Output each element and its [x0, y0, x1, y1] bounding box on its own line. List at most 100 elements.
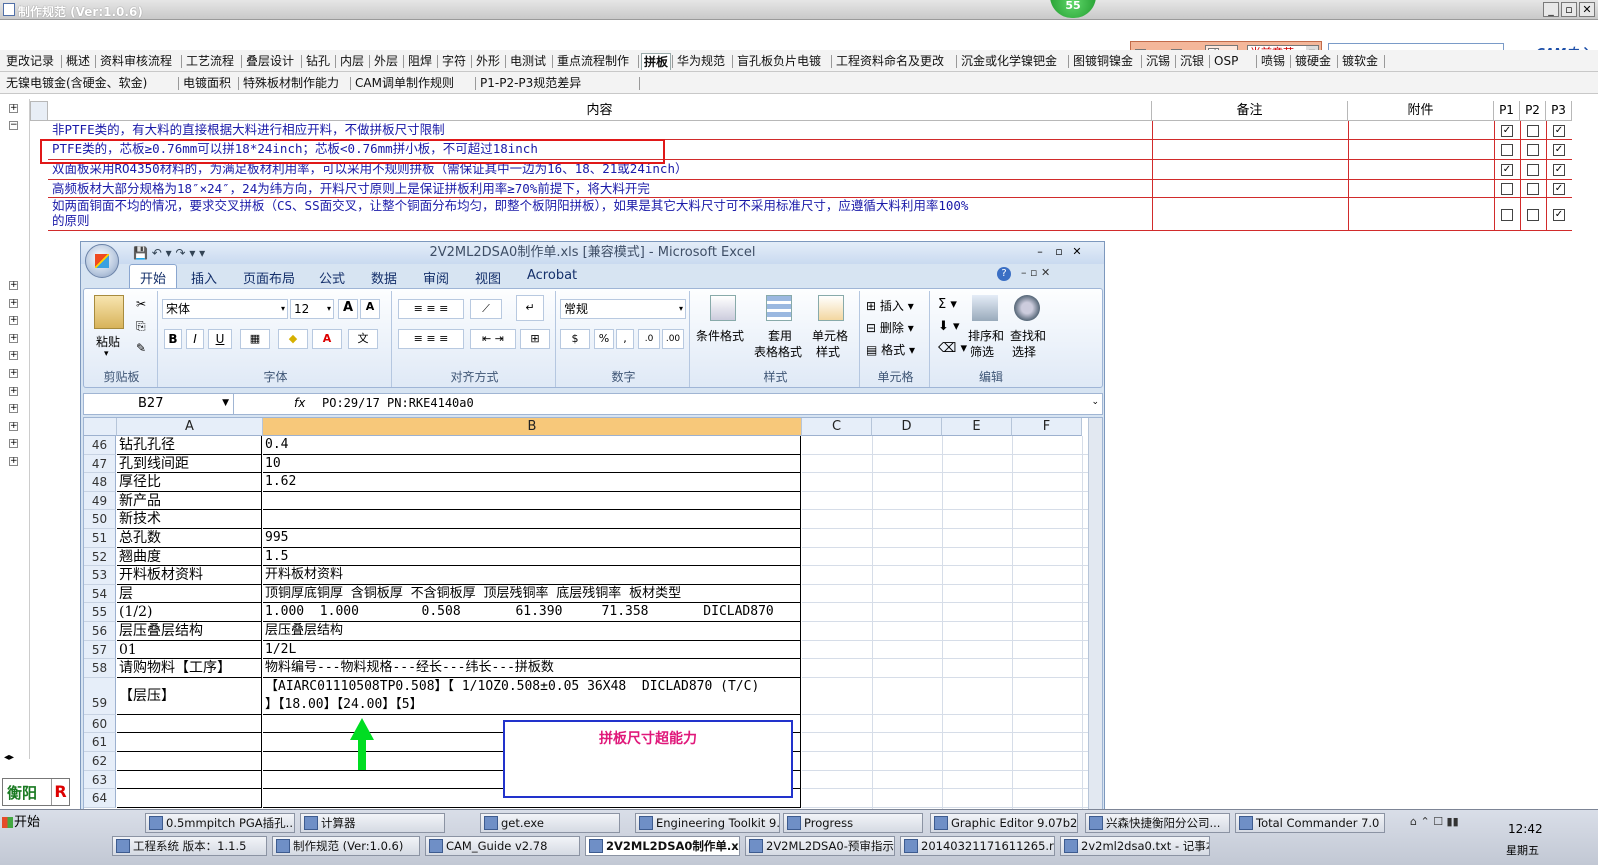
- ribbon-tab[interactable]: 数据: [371, 268, 397, 287]
- cell-a[interactable]: 新技术: [117, 510, 262, 529]
- italic-icon[interactable]: I: [186, 329, 204, 349]
- cell-a[interactable]: 厚径比: [117, 473, 262, 492]
- header-p2[interactable]: P2: [1520, 101, 1546, 121]
- row-header[interactable]: 51: [84, 529, 116, 548]
- font-name-select[interactable]: 宋体 ▾: [162, 299, 288, 319]
- p3-checkbox[interactable]: ✓: [1553, 183, 1565, 195]
- taskbar-item[interactable]: 2V2ML2DSA0制作单.x: [585, 836, 740, 856]
- ribbon-tab[interactable]: 页面布局: [243, 268, 295, 287]
- cell-b[interactable]: 10: [263, 454, 801, 474]
- formula-input[interactable]: PO:29/17 PN:RKE4140a0: [322, 396, 474, 410]
- start-button[interactable]: 开始: [0, 812, 50, 834]
- row-header[interactable]: 49: [84, 491, 116, 511]
- ribbon-tab[interactable]: 开始: [129, 264, 178, 288]
- sort-filter-button[interactable]: 排序和: [968, 327, 1004, 344]
- column-header[interactable]: F: [1012, 418, 1082, 436]
- tab-item[interactable]: 外层: [372, 53, 400, 70]
- cell-b[interactable]: 0.4: [263, 436, 801, 455]
- increase-decimal-icon[interactable]: .0: [638, 329, 660, 349]
- phonetic-icon[interactable]: 文: [348, 329, 378, 349]
- function-icon[interactable]: fx: [294, 396, 305, 410]
- tab-item[interactable]: 重点流程制作: [555, 53, 631, 70]
- cell-b[interactable]: 层压叠层结构: [263, 622, 801, 641]
- cell-b[interactable]: [263, 510, 801, 529]
- excel-close-button[interactable]: ✕: [1069, 245, 1085, 260]
- tab-item[interactable]: 拼板: [641, 53, 672, 70]
- grid-cell[interactable]: [1152, 121, 1348, 140]
- scroll-arrows-icon[interactable]: ◂▸: [4, 752, 14, 763]
- row-header[interactable]: 61: [84, 733, 116, 752]
- paste-icon[interactable]: [94, 295, 124, 329]
- restore-button[interactable]: ▫: [1561, 2, 1577, 17]
- row-header[interactable]: 60: [84, 714, 116, 734]
- delete-cells-button[interactable]: ⊟ 删除 ▾: [866, 319, 914, 336]
- ribbon-tab[interactable]: 视图: [475, 268, 501, 287]
- excel-minimize-button[interactable]: –: [1032, 245, 1048, 260]
- insert-cells-button[interactable]: ⊞ 插入 ▾: [866, 297, 914, 314]
- cell-a[interactable]: 钻孔孔径: [117, 436, 262, 455]
- p3-checkbox[interactable]: ✓: [1553, 164, 1565, 176]
- tree-toggle-icon[interactable]: +: [9, 386, 18, 396]
- cell-a[interactable]: [117, 789, 262, 808]
- clear-icon[interactable]: ⌫ ▾: [938, 341, 967, 356]
- tree-toggle-icon[interactable]: +: [9, 298, 18, 308]
- expand-formula-icon[interactable]: ⌄: [1091, 397, 1099, 407]
- tab-item[interactable]: 盲孔板负片电镀: [735, 53, 823, 70]
- cell-b[interactable]: 【AIARC01110508TP0.508】【 1/1OZ0.508±0.05 …: [263, 677, 801, 715]
- tab-item[interactable]: CAM调单制作规则: [353, 75, 456, 92]
- taskbar-item[interactable]: 工程系统 版本：1.1.5: [112, 836, 267, 856]
- p1-checkbox[interactable]: [1501, 208, 1513, 221]
- p3-checkbox[interactable]: ✓: [1553, 124, 1565, 137]
- format-painter-icon[interactable]: ✎: [136, 341, 146, 355]
- taskbar-item[interactable]: 计算器: [300, 813, 445, 833]
- table-format-button[interactable]: 套用: [768, 327, 792, 344]
- p1-checkbox[interactable]: ✓: [1501, 124, 1513, 137]
- help-icon[interactable]: ?: [997, 267, 1011, 281]
- cell-a[interactable]: 层: [117, 584, 262, 604]
- copy-icon[interactable]: ⎘: [136, 319, 146, 334]
- taskbar-item[interactable]: Total Commander 7.0 p...: [1235, 813, 1385, 833]
- number-format-select[interactable]: 常规 ▾: [560, 299, 686, 319]
- cell-a[interactable]: 总孔数: [117, 529, 262, 548]
- cell-b[interactable]: 1.000 1.000 0.508 61.390 71.358 DICLAD87…: [263, 603, 801, 622]
- column-header[interactable]: C: [802, 418, 872, 436]
- grid-cell[interactable]: [1152, 160, 1348, 180]
- cell-a[interactable]: 01: [117, 640, 262, 660]
- minimize-button[interactable]: _: [1543, 2, 1559, 17]
- row-header[interactable]: 48: [84, 473, 116, 492]
- tab-item[interactable]: P1-P2-P3规范差异: [478, 75, 583, 92]
- grid-cell[interactable]: [1152, 180, 1348, 198]
- tree-toggle-icon[interactable]: +: [9, 457, 18, 466]
- tab-item[interactable]: 华为规范: [675, 53, 727, 70]
- grid-cell[interactable]: [1348, 160, 1494, 180]
- currency-icon[interactable]: $: [560, 329, 590, 349]
- cell-b[interactable]: 顶铜厚底铜厚 含铜板厚 不含铜板厚 顶层残铜率 底层残铜率 板材类型: [263, 584, 801, 604]
- column-header[interactable]: B: [263, 418, 802, 436]
- tree-toggle-icon[interactable]: +: [9, 351, 18, 361]
- select-all-corner[interactable]: [84, 418, 117, 436]
- cell-a[interactable]: [117, 752, 262, 771]
- taskbar-item[interactable]: 制作规范 (Ver:1.0.6): [272, 836, 420, 856]
- row-header[interactable]: 47: [84, 454, 116, 474]
- clock-time[interactable]: 12:42: [1508, 822, 1543, 836]
- cell-a[interactable]: 开料板材资料: [117, 566, 262, 585]
- p3-checkbox[interactable]: ✓: [1553, 144, 1565, 156]
- cell-a[interactable]: 新产品: [117, 491, 262, 511]
- row-header[interactable]: 52: [84, 547, 116, 567]
- tree-toggle-icon[interactable]: +: [9, 439, 18, 449]
- tab-item[interactable]: OSP: [1212, 53, 1240, 70]
- cell-a[interactable]: 翘曲度: [117, 547, 262, 567]
- orientation-icon[interactable]: ⟋: [470, 299, 502, 319]
- cell-a[interactable]: 孔到线间距: [117, 454, 262, 474]
- tab-item[interactable]: 沉锡: [1144, 53, 1172, 70]
- row-header[interactable]: 53: [84, 566, 116, 585]
- conditional-format-button[interactable]: 条件格式: [696, 327, 744, 344]
- rule-row[interactable]: 非PTFE类的，有大料的直接根据大料进行相应开料，不做拼板尺寸限制: [48, 121, 1152, 140]
- cell-a[interactable]: 请购物料【工序】: [117, 659, 262, 678]
- p3-checkbox[interactable]: ✓: [1553, 208, 1565, 221]
- grid-cell[interactable]: [1152, 198, 1348, 231]
- vertical-align-icons[interactable]: ≡ ≡ ≡: [398, 299, 464, 319]
- row-header[interactable]: 54: [84, 584, 116, 604]
- tab-item[interactable]: 特殊板材制作能力: [241, 75, 341, 92]
- grid-cell[interactable]: [1348, 140, 1494, 160]
